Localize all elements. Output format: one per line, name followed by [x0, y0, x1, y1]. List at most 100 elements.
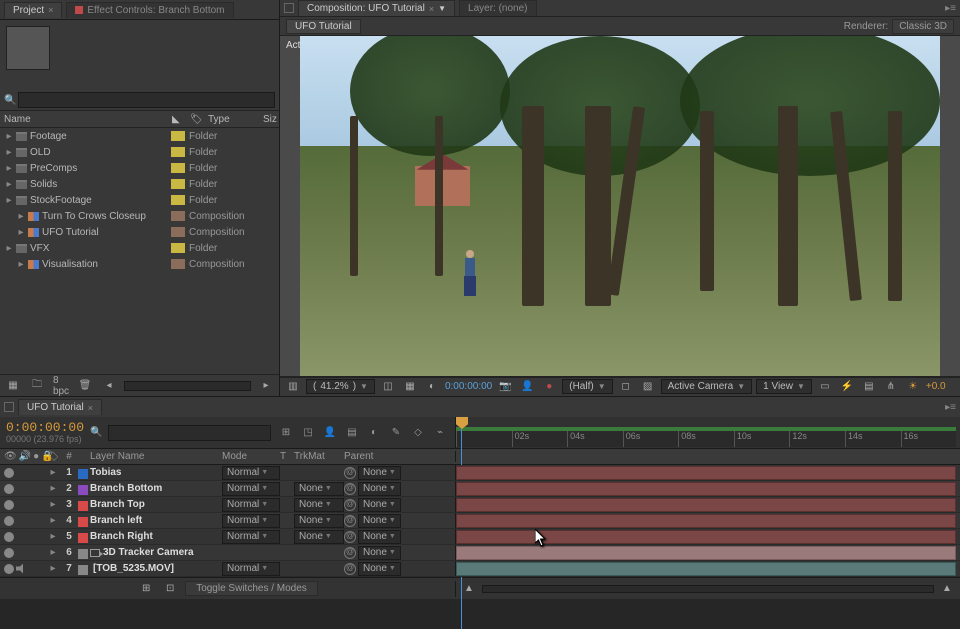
layer-duration-bar[interactable] — [456, 498, 956, 512]
new-bin-icon[interactable]: 🗀 — [28, 378, 46, 394]
scroll-left-icon[interactable]: ◂ — [100, 378, 118, 394]
layer-row[interactable]: ▸ 1 Tobias Normal▼ None▼ — [0, 465, 960, 481]
expand-transforms-icon[interactable]: ⊞ — [137, 581, 155, 597]
layer-name[interactable]: Branch Top — [88, 499, 222, 510]
delete-icon[interactable]: 🗑 — [76, 378, 94, 394]
layer-duration-bar[interactable] — [456, 530, 956, 544]
resolution-dropdown[interactable]: (Half)▼ — [562, 379, 612, 394]
parent-dropdown[interactable]: None▼ — [358, 562, 401, 576]
time-ruler[interactable]: 02s04s06s08s10s12s14s16s — [456, 431, 956, 447]
tab-project[interactable]: Project× — [4, 2, 62, 18]
layer-row[interactable]: ▸ 7 �퟾[TOB_5235.MOV] Normal▼ None▼ — [0, 561, 960, 577]
visibility-toggle[interactable] — [4, 484, 14, 494]
layer-name[interactable]: Branch left — [88, 515, 222, 526]
project-hscroll[interactable] — [124, 381, 251, 391]
parent-dropdown[interactable]: None▼ — [358, 514, 401, 528]
blend-mode-dropdown[interactable]: Normal▼ — [222, 562, 280, 576]
layer-name[interactable]: 3D Tracker Camera — [88, 547, 222, 558]
exposure-value[interactable]: +0.0 — [926, 381, 946, 392]
project-column-header[interactable]: Name ◣ 🏷 Type Siz — [0, 110, 279, 128]
trkmat-dropdown[interactable]: None▼ — [294, 514, 344, 528]
exposure-reset-icon[interactable]: ☀ — [904, 379, 922, 395]
project-item[interactable]: ▸Turn To Crows CloseupComposition — [0, 208, 279, 224]
composition-viewer[interactable]: Active Camera — [280, 35, 960, 377]
interpret-footage-icon[interactable]: ▦ — [4, 378, 22, 394]
speaker-icon[interactable] — [16, 564, 26, 574]
timeline-search-input[interactable] — [108, 425, 271, 441]
current-timecode[interactable]: 0:00:00:00 — [6, 421, 84, 434]
project-search-input[interactable] — [18, 92, 275, 108]
zoom-dropdown[interactable]: (41.2%)▼ — [306, 379, 375, 394]
parent-dropdown[interactable]: None▼ — [358, 498, 401, 512]
parent-dropdown[interactable]: None▼ — [358, 482, 401, 496]
layer-duration-bar[interactable] — [456, 466, 956, 480]
renderer-dropdown[interactable]: Classic 3D — [892, 19, 954, 34]
graph-editor-icon[interactable]: ⌁ — [431, 424, 449, 442]
visibility-toggle[interactable] — [4, 548, 14, 558]
timeline-icon[interactable]: ▤ — [860, 379, 878, 395]
comp-mini-flowchart-icon[interactable]: ⊞ — [277, 424, 295, 442]
view-dropdown[interactable]: Active Camera▼ — [661, 379, 753, 394]
parent-dropdown[interactable]: None▼ — [358, 530, 401, 544]
flowchart-icon[interactable]: ⋔ — [882, 379, 900, 395]
pickwhip-icon[interactable] — [344, 499, 356, 511]
comp-sub-tab[interactable]: UFO Tutorial — [286, 19, 361, 34]
tab-effect-controls[interactable]: Effect Controls: Branch Bottom — [66, 2, 233, 18]
motion-blur-icon[interactable]: ◐ — [365, 424, 383, 442]
visibility-toggle[interactable] — [4, 564, 14, 574]
tab-composition[interactable]: Composition: UFO Tutorial×▼ — [298, 0, 455, 16]
panel-menu-icon[interactable]: ▸≡ — [945, 3, 956, 14]
pixel-aspect-icon[interactable]: ▭ — [816, 379, 834, 395]
twirl-icon[interactable]: ▸ — [46, 515, 60, 526]
blend-mode-dropdown[interactable]: Normal▼ — [222, 530, 280, 544]
views-count-dropdown[interactable]: 1 View▼ — [756, 379, 812, 394]
project-item[interactable]: ▸SolidsFolder — [0, 176, 279, 192]
frame-blend-icon[interactable]: ▤ — [343, 424, 361, 442]
trkmat-dropdown[interactable]: None▼ — [294, 482, 344, 496]
toggle-switches-icon[interactable]: ⊡ — [161, 581, 179, 597]
trkmat-dropdown[interactable]: None▼ — [294, 498, 344, 512]
pickwhip-icon[interactable] — [344, 515, 356, 527]
show-snapshot-icon[interactable]: 👤 — [518, 379, 536, 395]
zoom-in-icon[interactable]: ▲ — [938, 581, 956, 597]
layer-row[interactable]: ▸ 5 Branch Right Normal▼ None▼ None▼ — [0, 529, 960, 545]
bpc-toggle[interactable]: 8 bpc — [52, 378, 70, 394]
shy-icon[interactable]: 👤 — [321, 424, 339, 442]
layer-duration-bar[interactable] — [456, 562, 956, 576]
zoom-out-icon[interactable]: ▲ — [460, 581, 478, 597]
close-icon[interactable]: × — [88, 403, 93, 413]
layer-row[interactable]: ▸ 3 Branch Top Normal▼ None▼ None▼ — [0, 497, 960, 513]
layername-column-header[interactable]: Layer Name — [88, 451, 222, 462]
layer-duration-bar[interactable] — [456, 514, 956, 528]
visibility-toggle[interactable] — [4, 468, 14, 478]
layer-label-swatch[interactable] — [78, 501, 88, 511]
visibility-toggle[interactable] — [4, 516, 14, 526]
layer-label-swatch[interactable] — [78, 517, 88, 527]
parent-dropdown[interactable]: None▼ — [358, 546, 401, 560]
layer-label-swatch[interactable] — [78, 469, 88, 479]
layer-row[interactable]: ▸ 4 Branch left Normal▼ None▼ None▼ — [0, 513, 960, 529]
project-item[interactable]: ▸FootageFolder — [0, 128, 279, 144]
draft-3d-icon[interactable]: ◳ — [299, 424, 317, 442]
layer-name[interactable]: Branch Bottom — [88, 483, 222, 494]
tab-layer[interactable]: Layer: (none) — [459, 0, 536, 16]
brainstorm-icon[interactable]: ✎ — [387, 424, 405, 442]
pickwhip-icon[interactable] — [344, 563, 356, 575]
fast-previews-icon[interactable]: ⚡ — [838, 379, 856, 395]
layer-duration-bar[interactable] — [456, 546, 956, 560]
layer-duration-bar[interactable] — [456, 482, 956, 496]
project-item[interactable]: ▸UFO TutorialComposition — [0, 224, 279, 240]
twirl-icon[interactable]: ▸ — [46, 483, 60, 494]
blend-mode-dropdown[interactable]: Normal▼ — [222, 514, 280, 528]
layer-label-swatch[interactable] — [78, 549, 88, 559]
roi-icon[interactable]: ◻ — [617, 379, 635, 395]
twirl-icon[interactable]: ▸ — [46, 531, 60, 542]
blend-mode-dropdown[interactable]: Normal▼ — [222, 482, 280, 496]
dropdown-icon[interactable]: ▼ — [438, 4, 446, 13]
layer-name[interactable]: Tobias — [88, 467, 222, 478]
pickwhip-icon[interactable] — [344, 547, 356, 559]
auto-keyframe-icon[interactable]: ◇ — [409, 424, 427, 442]
visibility-toggle[interactable] — [4, 532, 14, 542]
pickwhip-icon[interactable] — [344, 483, 356, 495]
twirl-icon[interactable]: ▸ — [46, 563, 60, 574]
